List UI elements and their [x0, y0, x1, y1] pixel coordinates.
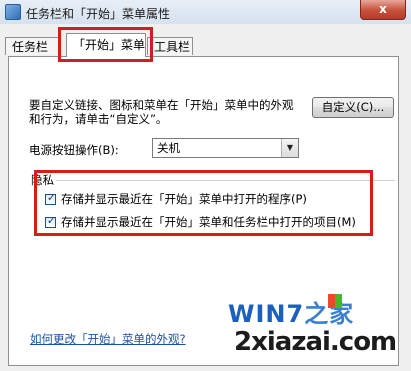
privacy-group-line — [42, 180, 395, 181]
windows-flag-icon — [328, 294, 342, 308]
checkbox-items[interactable]: ✓ — [45, 214, 57, 228]
chevron-down-icon: ▼ — [281, 139, 298, 157]
description-text: 要自定义链接、图标和菜单在「开始」菜单中的外观和行为，请单击“自定义”。 — [29, 98, 294, 126]
privacy-option-items[interactable]: ✓ 存储并显示最近在「开始」菜单和任务栏中打开的项目(M) — [45, 214, 356, 230]
appearance-help-link[interactable]: 如何更改「开始」菜单的外观? — [30, 331, 186, 347]
customize-button[interactable]: 自定义(C)... — [312, 97, 394, 118]
power-button-select[interactable]: 关机 ▼ — [152, 138, 299, 158]
privacy-group-title: 隐私 — [31, 172, 56, 188]
power-button-value: 关机 — [157, 141, 180, 155]
window-title: 任务栏和「开始」菜单属性 — [26, 7, 171, 21]
tab-toolbars[interactable]: 工具栏 — [147, 37, 193, 55]
power-button-label: 电源按钮操作(B): — [29, 143, 119, 157]
checkmark-icon: ✓ — [46, 214, 57, 227]
privacy-option-programs[interactable]: ✓ 存储并显示最近在「开始」菜单中打开的程序(P) — [45, 191, 307, 207]
privacy-option-items-label: 存储并显示最近在「开始」菜单和任务栏中打开的项目(M) — [61, 215, 356, 229]
tab-taskbar[interactable]: 任务栏 — [5, 37, 59, 55]
privacy-option-programs-label: 存储并显示最近在「开始」菜单中打开的程序(P) — [61, 192, 307, 206]
watermark-site: 2xiazai.com — [234, 327, 397, 357]
watermark-logo-text: WIN7 — [228, 300, 305, 328]
close-button[interactable]: x — [360, 0, 406, 20]
tab-start-menu[interactable]: 「开始」菜单 — [66, 33, 146, 57]
app-icon — [5, 4, 21, 20]
checkmark-icon: ✓ — [46, 191, 57, 204]
checkbox-programs[interactable]: ✓ — [45, 191, 57, 205]
title-bar: 任务栏和「开始」菜单属性 x — [0, 0, 411, 25]
